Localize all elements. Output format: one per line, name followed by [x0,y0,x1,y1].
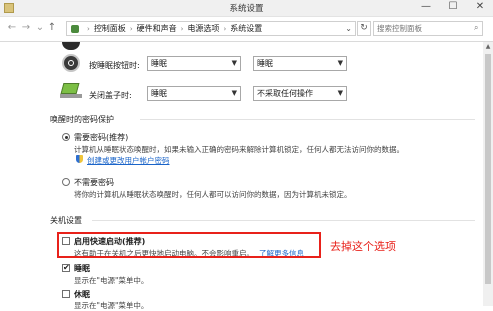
select-value: 不采取任何操作 [257,89,313,98]
scroll-thumb[interactable] [485,54,491,284]
no-password-label[interactable]: 不需要密码 [74,177,114,188]
forward-arrow-icon[interactable]: → [20,22,32,34]
sleep-button-label: 按睡眠按钮时: [89,61,140,70]
breadcrumb[interactable]: › 控制面板 › 硬件和声音 › 电源选项 › 系统设置 ⌄ [66,21,356,36]
hibernate-label[interactable]: 休眠 [74,289,90,300]
refresh-icon[interactable]: ↻ [357,21,371,36]
require-password-radio[interactable] [62,133,70,141]
chevron-down-icon: ▼ [231,59,237,67]
sleep-desc: 显示在"电源"菜单中。 [74,276,149,285]
close-button[interactable]: ✕ [467,0,493,15]
breadcrumb-power-options[interactable]: 电源选项 [187,23,219,34]
search-input[interactable] [373,21,483,36]
select-value: 睡眠 [257,59,273,68]
back-arrow-icon[interactable]: ← [6,22,18,34]
annotation-text: 去掉这个选项 [330,240,396,253]
no-password-radio[interactable] [62,178,70,186]
minimize-button[interactable]: — [413,0,439,15]
lid-close-plugged-select[interactable]: 不采取任何操作 ▼ [253,86,347,101]
breadcrumb-separator: › [223,24,227,33]
breadcrumb-control-panel[interactable]: 控制面板 [94,23,126,34]
up-arrow-icon[interactable]: ↑ [46,22,58,34]
section-divider [140,119,475,120]
select-value: 睡眠 [151,59,167,68]
sleep-button-icon [62,54,80,72]
breadcrumb-separator: › [87,24,90,33]
breadcrumb-hardware-sound[interactable]: 硬件和声音 [137,23,177,34]
breadcrumb-separator: › [129,24,133,33]
password-section-title: 唤醒时的密码保护 [50,115,114,124]
power-button-icon [62,42,80,50]
no-password-desc: 将你的计算机从睡眠状态唤醒时，任何人都可以访问你的数据，因为计算机未锁定。 [74,190,352,199]
chevron-down-icon: ▼ [231,89,237,97]
hibernate-checkbox[interactable] [62,290,70,298]
sleep-button-plugged-select[interactable]: 睡眠 ▼ [253,56,347,71]
select-value: 睡眠 [151,89,167,98]
sleep-checkbox[interactable]: ✔ [62,264,70,272]
create-password-link[interactable]: 创建或更改用户帐户密码 [87,155,170,166]
sleep-button-battery-select[interactable]: 睡眠 ▼ [147,56,241,71]
shutdown-section-title: 关机设置 [50,216,82,225]
address-dropdown-icon[interactable]: ⌄ [345,24,352,33]
maximize-button[interactable]: ☐ [440,0,466,15]
scroll-up-arrow-icon[interactable]: ▲ [483,42,493,52]
highlight-box [57,232,321,258]
recent-locations-chevron-icon[interactable]: ⌄ [34,22,46,34]
uac-shield-icon [76,155,83,163]
title-bar: 系统设置 — ☐ ✕ [0,0,493,17]
chevron-down-icon: ▼ [337,89,343,97]
lid-close-battery-select[interactable]: 睡眠 ▼ [147,86,241,101]
control-panel-icon [71,24,79,33]
require-password-desc: 计算机从睡眠状态唤醒时，如果未输入正确的密码来解除计算机锁定，任何人都无法访问你… [74,145,404,154]
breadcrumb-separator: › [180,24,184,33]
laptop-lid-icon [60,83,82,99]
lid-close-label: 关闭盖子时: [89,91,132,100]
section-divider [92,220,475,221]
breadcrumb-system-settings[interactable]: 系统设置 [230,23,262,34]
address-bar: ← → ⌄ ↑ › 控制面板 › 硬件和声音 › 电源选项 › 系统设置 ⌄ ↻… [0,17,493,42]
sleep-label[interactable]: 睡眠 [74,263,90,274]
vertical-scrollbar[interactable]: ▲ [483,42,493,306]
chevron-down-icon: ▼ [337,59,343,67]
search-icon[interactable]: ⌕ [474,23,478,33]
require-password-label[interactable]: 需要密码(推荐) [74,132,128,143]
